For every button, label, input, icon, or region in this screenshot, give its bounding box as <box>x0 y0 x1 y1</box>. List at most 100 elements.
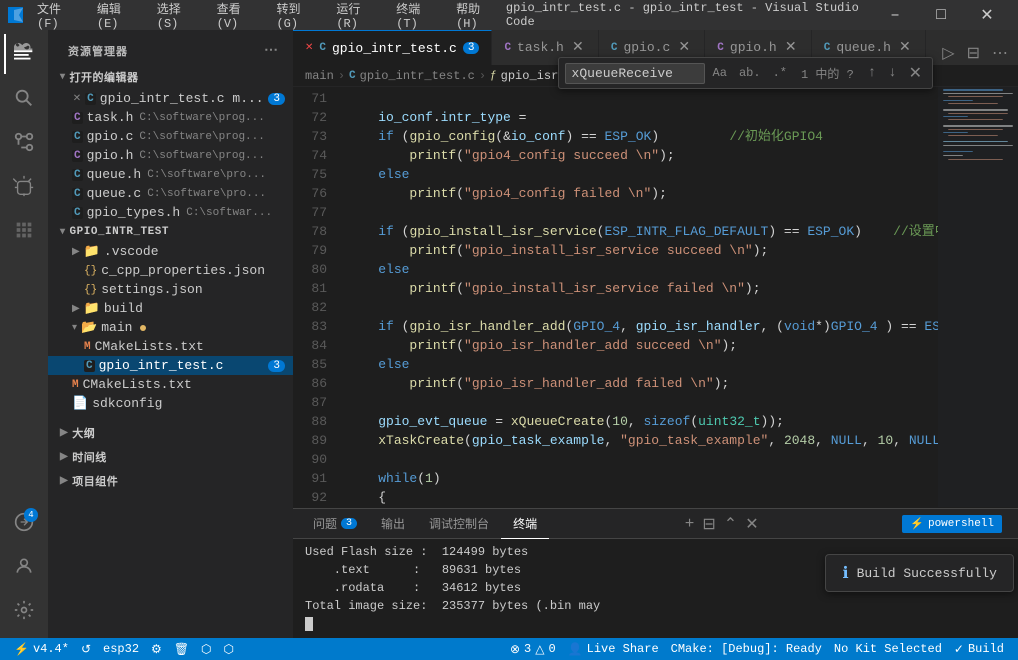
open-file-gpio-h[interactable]: C gpio.h C:\software\prog... <box>48 146 293 165</box>
maximize-button[interactable]: □ <box>918 0 964 30</box>
new-terminal-button[interactable]: + <box>683 513 697 535</box>
status-trash[interactable]: 🗑 <box>168 638 195 660</box>
run-button[interactable]: ▷ <box>938 41 958 65</box>
c-cpp-properties[interactable]: {} c_cpp_properties.json <box>48 261 293 280</box>
kit-text: No Kit Selected <box>834 642 942 656</box>
status-live-share[interactable]: 👤 Live Share <box>562 638 665 660</box>
status-build[interactable]: ✓ Build <box>948 638 1010 660</box>
activity-search[interactable] <box>4 78 44 118</box>
settings-json[interactable]: {} settings.json <box>48 280 293 299</box>
status-cmake[interactable]: CMake: [Debug]: Ready <box>665 638 828 660</box>
status-kit[interactable]: No Kit Selected <box>828 638 948 660</box>
status-version[interactable]: ⚡ v4.4* <box>8 638 75 660</box>
split-terminal-button[interactable]: ⊟ <box>700 512 717 536</box>
open-file-queue-h[interactable]: C queue.h C:\software\pro... <box>48 165 293 184</box>
minimize-button[interactable]: – <box>872 0 918 30</box>
project-header[interactable]: ▾ GPIO_INTR_TEST <box>48 222 293 242</box>
activity-badge: 4 <box>24 508 38 522</box>
close-icon[interactable]: ✕ <box>73 93 81 105</box>
code-content[interactable]: io_conf.intr_type = if (gpio_config(&io_… <box>335 87 938 508</box>
status-hex1[interactable]: ⬡ <box>195 638 217 660</box>
file-name: gpio_types.h <box>87 205 181 220</box>
gpio-intr-test-file[interactable]: C gpio_intr_test.c 3 <box>48 356 293 375</box>
timeline-header[interactable]: ▶ 时间线 <box>48 445 293 469</box>
close-icon[interactable]: ✕ <box>897 40 913 56</box>
breadcrumb-file[interactable]: gpio_intr_test.c <box>360 69 475 83</box>
status-refresh[interactable]: ↺ <box>75 638 97 660</box>
panel-tab-debug-console[interactable]: 调试控制台 <box>417 509 501 539</box>
outline-header[interactable]: ▶ 大纲 <box>48 421 293 445</box>
c-icon: C <box>611 42 618 54</box>
whole-word-button[interactable]: ab. <box>735 64 765 82</box>
build-icon: ✓ <box>954 642 964 657</box>
chevron-down-icon: ▾ <box>60 71 66 83</box>
maximize-panel-button[interactable]: ⌃ <box>722 512 739 536</box>
activity-settings[interactable] <box>4 590 44 630</box>
activity-remote[interactable]: 4 <box>4 502 44 542</box>
cmakelists-root[interactable]: M CMakeLists.txt <box>48 375 293 394</box>
file-path: C:\software\prog... <box>139 131 264 143</box>
status-platform[interactable]: esp32 <box>97 638 145 660</box>
powershell-badge[interactable]: ⚡ powershell <box>902 515 1002 533</box>
tab-label: gpio_intr_test.c <box>332 41 457 56</box>
line-number: 80 <box>293 260 327 279</box>
status-problems[interactable]: ⊗ 3 △ 0 <box>504 638 562 660</box>
close-icon[interactable]: ✕ <box>305 42 313 54</box>
find-prev-button[interactable]: ↑ <box>864 64 880 82</box>
editor-area: ✕ C gpio_intr_test.c 3 C task.h ✕ C gpio… <box>293 30 1018 638</box>
project-components-header[interactable]: ▶ 项目组件 <box>48 469 293 493</box>
file-name: sdkconfig <box>92 396 162 411</box>
activity-explorer[interactable] <box>4 34 44 74</box>
vscode-folder[interactable]: ▶ 📁 .vscode <box>48 242 293 261</box>
activity-extensions[interactable] <box>4 210 44 250</box>
close-icon[interactable]: ✕ <box>570 40 586 56</box>
file-path: C:\software\prog... <box>139 150 264 162</box>
powershell-icon: ⚡ <box>910 517 924 531</box>
more-actions-button[interactable]: ⋯ <box>988 41 1012 65</box>
open-file-gpio-intr[interactable]: ✕ C gpio_intr_test.c m... 3 <box>48 89 293 108</box>
panel-tab-problems[interactable]: 问题 3 <box>301 509 369 539</box>
activity-account[interactable] <box>4 546 44 586</box>
status-hex2[interactable]: ⬡ <box>218 638 240 660</box>
panel-tab-terminal[interactable]: 终端 <box>501 509 549 539</box>
cmakelists-main[interactable]: M CMakeLists.txt <box>48 337 293 356</box>
panel-tab-output[interactable]: 输出 <box>369 509 417 539</box>
open-file-queue-c[interactable]: C queue.c C:\software\pro... <box>48 184 293 203</box>
open-file-gpio-c[interactable]: C gpio.c C:\software\prog... <box>48 127 293 146</box>
terminal-line: Total image size: 235377 bytes (.bin may <box>305 597 1006 615</box>
file-badge: 3 <box>268 360 285 372</box>
main-folder[interactable]: ▾ 📂 main <box>48 318 293 337</box>
file-path: C:\software\pro... <box>147 188 266 200</box>
activity-debug[interactable] <box>4 166 44 206</box>
find-close-button[interactable]: ✕ <box>905 62 926 84</box>
open-editors-header[interactable]: ▾ 打开的编辑器 <box>48 65 293 89</box>
tab-label: gpio.c <box>623 40 670 55</box>
match-case-button[interactable]: Aa <box>709 64 731 82</box>
close-button[interactable]: ✕ <box>964 0 1010 30</box>
cmake-text: CMake: [Debug]: Ready <box>671 642 822 656</box>
activity-source-control[interactable] <box>4 122 44 162</box>
close-icon[interactable]: ✕ <box>676 40 692 56</box>
status-settings[interactable]: ⚙ <box>145 638 168 660</box>
breadcrumb-main[interactable]: main <box>305 69 334 83</box>
file-name: settings.json <box>101 282 202 297</box>
split-editor-button[interactable]: ⊟ <box>963 41 984 65</box>
build-folder[interactable]: ▶ 📁 build <box>48 299 293 318</box>
m-file-icon: M <box>84 341 91 353</box>
find-next-button[interactable]: ↓ <box>884 64 900 82</box>
open-file-task[interactable]: C task.h C:\software\prog... <box>48 108 293 127</box>
chevron-right-icon: ▶ <box>60 475 68 487</box>
regex-button[interactable]: .* <box>769 64 791 82</box>
find-input[interactable] <box>565 63 705 84</box>
new-file-button[interactable]: ⋯ <box>262 40 281 61</box>
file-name: gpio_intr_test.c m... <box>100 91 264 106</box>
tab-badge: 3 <box>463 42 480 54</box>
sdkconfig-file[interactable]: 📄 sdkconfig <box>48 394 293 413</box>
open-file-gpio-types[interactable]: C gpio_types.h C:\softwar... <box>48 203 293 222</box>
tab-gpio-intr-test[interactable]: ✕ C gpio_intr_test.c 3 <box>293 30 492 65</box>
h-file-icon: C <box>72 150 83 162</box>
hex-icon: ⬡ <box>224 642 234 657</box>
close-icon[interactable]: ✕ <box>783 40 799 56</box>
line-numbers: 71 72 73 74 75 76 77 78 79 80 81 82 83 8… <box>293 87 335 508</box>
close-panel-button[interactable]: ✕ <box>743 512 760 536</box>
